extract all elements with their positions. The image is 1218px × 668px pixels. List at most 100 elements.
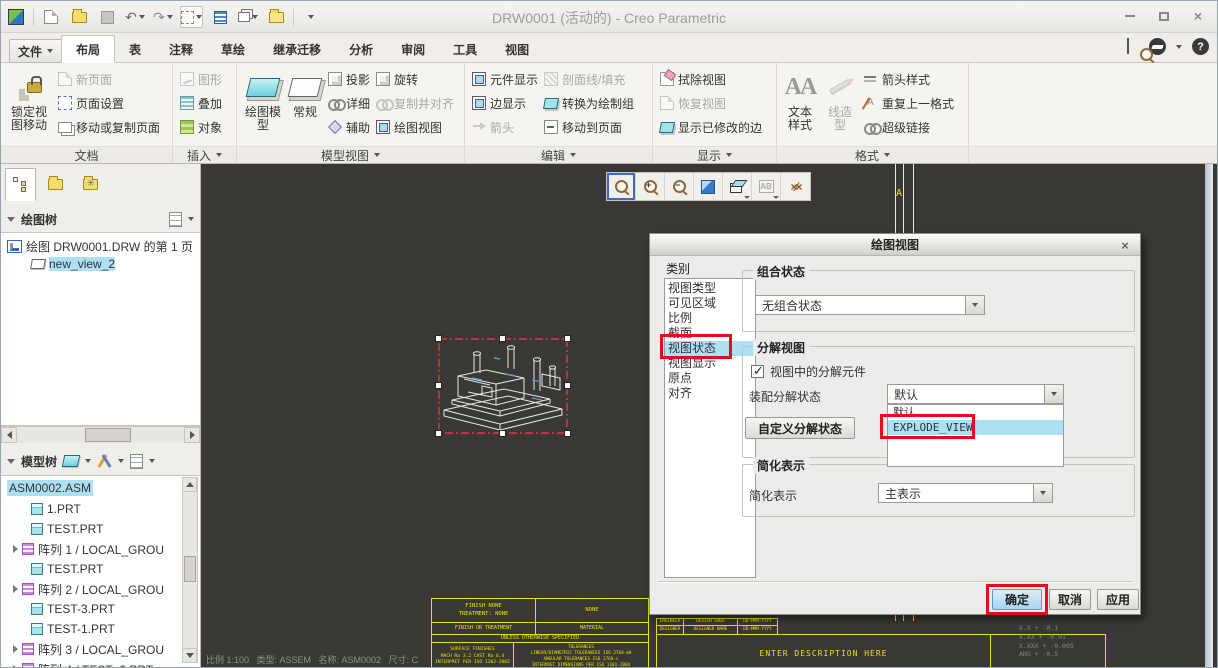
tab-view[interactable]: 视图	[491, 35, 543, 63]
tools-dropdown-icon[interactable]	[118, 459, 125, 463]
expand-icon[interactable]	[13, 645, 18, 653]
model-tree-item[interactable]: 阵列 1 / LOCAL_GROU	[1, 540, 200, 558]
model-tree-book-icon[interactable]	[61, 455, 81, 467]
display-style-icon[interactable]	[723, 173, 752, 200]
account-dropdown-icon[interactable]	[1176, 44, 1182, 49]
drawing-tree-root-item[interactable]: 绘图 DRW0001.DRW 的第 1 页	[1, 237, 200, 255]
model-tree-item[interactable]: TEST.PRT	[1, 560, 200, 578]
combined-state-dropdown[interactable]: 无组合状态	[755, 295, 985, 315]
auxiliary-view-button[interactable]: 辅助	[325, 117, 373, 137]
option-default[interactable]: 默认	[888, 405, 1063, 420]
scroll-left-icon[interactable]	[1, 427, 17, 443]
move-copy-page-button[interactable]: 移动或复制页面	[55, 117, 163, 137]
selection-handle[interactable]	[435, 430, 442, 437]
dropdown-arrow-icon[interactable]	[965, 296, 984, 314]
scroll-up-icon[interactable]	[182, 477, 197, 492]
lock-view-move-button[interactable]: 锁定视图移动	[5, 66, 53, 146]
minimize-button[interactable]	[1117, 7, 1143, 25]
selection-handle[interactable]	[564, 335, 571, 342]
vscroll-thumb[interactable]	[184, 556, 196, 582]
line-style-button[interactable]: 线造型	[821, 66, 859, 146]
hscroll-thumb[interactable]	[85, 428, 131, 442]
modified-edges-button[interactable]: 显示已修改的边	[657, 117, 765, 137]
tab-model-tree-pane[interactable]	[5, 168, 36, 201]
close-button[interactable]: ×	[1185, 7, 1211, 25]
scroll-down-icon[interactable]	[182, 648, 197, 663]
selection-handle[interactable]	[564, 382, 571, 389]
page-setup-button[interactable]: 页面设置	[55, 93, 163, 113]
new-page-button[interactable]: 新页面	[55, 69, 163, 89]
selection-handle[interactable]	[499, 335, 506, 342]
explode-components-checkbox[interactable]	[751, 363, 764, 379]
model-tree-item[interactable]: TEST-3.PRT	[1, 600, 200, 618]
move-to-sheet-button[interactable]: 移动到页面	[541, 117, 637, 137]
model-tree-settings-icon[interactable]	[130, 453, 144, 469]
tree-settings-icon[interactable]	[169, 211, 182, 227]
book-dropdown-icon[interactable]	[85, 459, 92, 463]
drawing-models-button[interactable]: 绘图模型	[241, 66, 285, 146]
collapse-ribbon-icon[interactable]	[1127, 37, 1129, 54]
selection-handle[interactable]	[435, 382, 442, 389]
hatch-fill-button[interactable]: 剖面线/填充	[541, 69, 637, 89]
customize-explode-state-button[interactable]: 自定义分解状态	[745, 417, 855, 439]
hyperlink-button[interactable]: 超级链接	[861, 117, 957, 137]
detailed-view-button[interactable]: 详细	[325, 93, 373, 113]
drawing-tree-hscrollbar[interactable]	[1, 426, 200, 443]
model-tree-tools-icon[interactable]	[97, 454, 112, 469]
expand-icon[interactable]	[13, 665, 18, 667]
model-tree-item[interactable]: 阵列 3 / LOCAL_GROU	[1, 640, 200, 658]
arrows-button[interactable]: 箭头	[469, 117, 541, 137]
apply-button[interactable]: 应用	[1097, 589, 1139, 610]
tree-settings-dropdown-icon[interactable]	[188, 217, 194, 221]
selection-handle[interactable]	[564, 430, 571, 437]
tab-layout[interactable]: 布局	[61, 35, 116, 63]
settings-dropdown-icon[interactable]	[149, 459, 156, 463]
overlay-button[interactable]: 叠加	[177, 93, 225, 113]
drawing-view-button[interactable]: 绘图视图	[373, 117, 457, 137]
selection-handle[interactable]	[435, 335, 442, 342]
tab-file[interactable]: 文件	[9, 39, 63, 63]
component-display-button[interactable]: 元件显示	[469, 69, 541, 89]
simplified-rep-dropdown[interactable]: 主表示	[878, 483, 1053, 503]
ok-button[interactable]: 确定	[992, 589, 1042, 610]
model-tree-item[interactable]: TEST-1.PRT	[1, 620, 200, 638]
show-annotations-icon[interactable]: AB	[752, 173, 781, 200]
dialog-title-bar[interactable]: 绘图视图	[650, 234, 1140, 256]
model-tree-root-item[interactable]: ASM0002.ASM	[1, 479, 200, 497]
assembly-explode-state-dropdown[interactable]: 默认	[887, 384, 1064, 404]
tab-folder-browser-pane[interactable]	[40, 168, 71, 201]
zoom-box-icon[interactable]	[607, 173, 636, 200]
copy-align-button[interactable]: 复制并对齐	[373, 93, 457, 113]
group-label-insert[interactable]: 插入	[173, 146, 236, 163]
text-style-button[interactable]: AA 文本样式	[781, 66, 819, 146]
dropdown-arrow-icon[interactable]	[1044, 385, 1063, 403]
zoom-in-icon[interactable]: +	[636, 173, 665, 200]
group-label-edit[interactable]: 编辑	[465, 146, 652, 163]
convert-draft-group-button[interactable]: 转换为绘制组	[541, 93, 637, 113]
tab-analysis[interactable]: 分析	[335, 35, 387, 63]
model-tree-item[interactable]: 1.PRT	[1, 500, 200, 518]
model-tree-item[interactable]: TEST.PRT	[1, 520, 200, 538]
option-explode-view[interactable]: EXPLODE_VIEW	[888, 420, 1063, 435]
drawing-view-new-view-2[interactable]	[435, 335, 571, 437]
dialog-close-icon[interactable]: ×	[1116, 237, 1134, 253]
expand-icon[interactable]	[13, 585, 18, 593]
group-label-model-views[interactable]: 模型视图	[237, 146, 464, 163]
model-tree-item[interactable]: 阵列 4 / TEST_2.PRT	[1, 660, 200, 667]
projection-view-button[interactable]: 投影	[325, 69, 373, 89]
object-button[interactable]: 对象	[177, 117, 225, 137]
tab-tools[interactable]: 工具	[439, 35, 491, 63]
tab-annotate[interactable]: 注释	[155, 35, 207, 63]
dropdown-arrow-icon[interactable]	[1033, 484, 1052, 502]
erase-view-button[interactable]: 拭除视图	[657, 69, 765, 89]
tab-favorites-pane[interactable]	[75, 168, 106, 201]
group-label-display[interactable]: 显示	[653, 146, 776, 163]
tab-sketch[interactable]: 草绘	[207, 35, 259, 63]
tab-table[interactable]: 表	[115, 35, 155, 63]
model-tree-vscrollbar[interactable]	[182, 477, 198, 663]
repeat-format-button[interactable]: 重复上一格式	[861, 93, 957, 113]
scroll-right-icon[interactable]	[184, 427, 200, 443]
zoom-out-icon[interactable]: −	[665, 173, 694, 200]
general-view-button[interactable]: 常规	[287, 66, 323, 146]
tab-legacy-migration[interactable]: 继承迁移	[259, 35, 335, 63]
